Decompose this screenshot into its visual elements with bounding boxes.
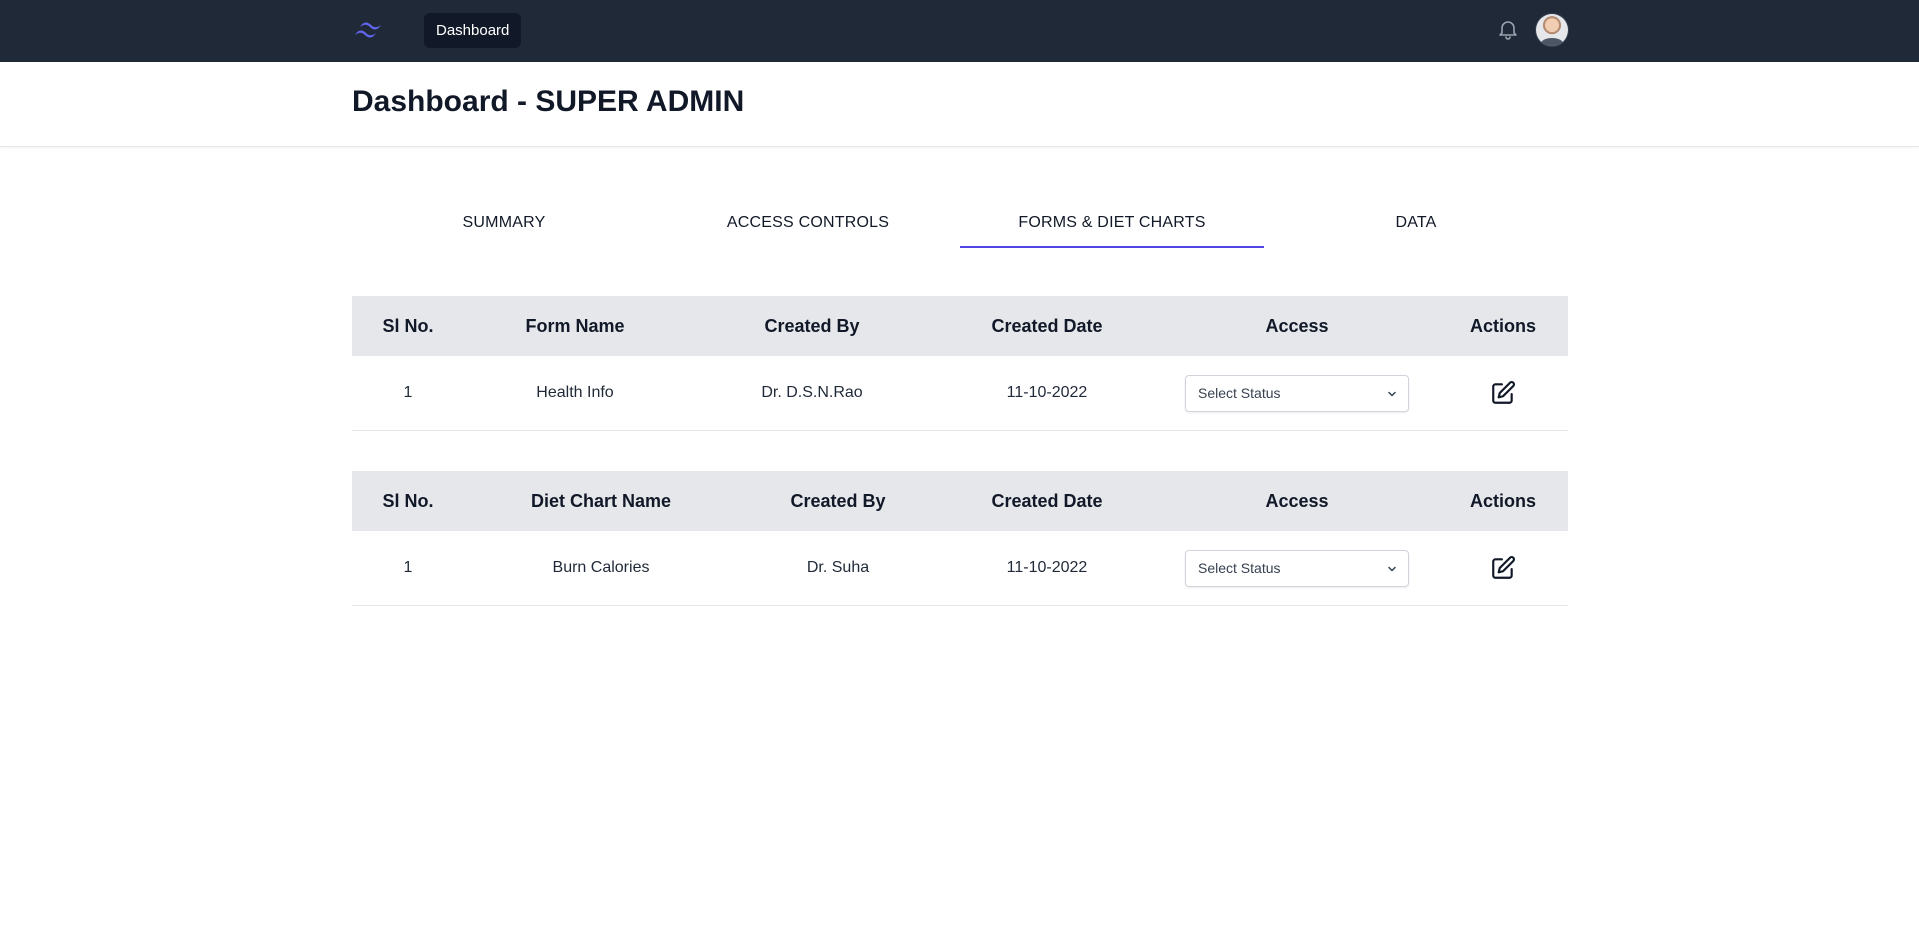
cell-created-by: Dr. Suha [738, 531, 938, 606]
column-header-diet-chart-name: Diet Chart Name [464, 471, 738, 531]
cell-sl-no: 1 [352, 356, 464, 431]
tab-forms-diet-charts[interactable]: FORMS & DIET CHARTS [960, 198, 1264, 248]
tailwind-logo-icon[interactable] [352, 19, 384, 41]
cell-diet-chart-name: Burn Calories [464, 531, 738, 606]
access-status-select[interactable]: Select Status [1185, 549, 1409, 587]
tab-access-controls[interactable]: ACCESS CONTROLS [656, 198, 960, 247]
cell-sl-no: 1 [352, 531, 464, 606]
table-header-row: Sl No. Diet Chart Name Created By Create… [352, 471, 1568, 531]
table-header-row: Sl No. Form Name Created By Created Date… [352, 296, 1568, 356]
page-header: Dashboard - SUPER ADMIN [0, 62, 1919, 147]
select-value: Select Status [1198, 384, 1281, 401]
cell-actions [1438, 531, 1568, 606]
edit-icon[interactable] [1490, 555, 1516, 581]
top-navbar: Dashboard [0, 0, 1919, 62]
forms-table: Sl No. Form Name Created By Created Date… [352, 296, 1568, 431]
column-header-form-name: Form Name [464, 296, 686, 356]
tab-bar: SUMMARY ACCESS CONTROLS FORMS & DIET CHA… [352, 198, 1568, 248]
page-title: Dashboard - SUPER ADMIN [352, 85, 745, 118]
column-header-actions: Actions [1438, 471, 1568, 531]
tab-summary[interactable]: SUMMARY [352, 198, 656, 247]
access-status-select[interactable]: Select Status [1185, 374, 1409, 412]
cell-access: Select Status [1156, 531, 1438, 606]
column-header-created-date: Created Date [938, 471, 1156, 531]
cell-created-date: 11-10-2022 [938, 531, 1156, 606]
chevron-down-icon [1388, 391, 1396, 396]
bell-icon[interactable] [1496, 18, 1520, 42]
column-header-created-by: Created By [738, 471, 938, 531]
column-header-access: Access [1156, 471, 1438, 531]
cell-actions [1438, 356, 1568, 431]
cell-form-name: Health Info [464, 356, 686, 431]
chevron-down-icon [1388, 566, 1396, 571]
cell-created-by: Dr. D.S.N.Rao [686, 356, 938, 431]
column-header-created-by: Created By [686, 296, 938, 356]
table-row: 1 Burn Calories Dr. Suha 11-10-2022 Sele… [352, 531, 1568, 606]
user-avatar[interactable] [1536, 14, 1568, 46]
edit-icon[interactable] [1490, 380, 1516, 406]
cell-created-date: 11-10-2022 [938, 356, 1156, 431]
column-header-sl-no: Sl No. [352, 296, 464, 356]
diet-charts-table: Sl No. Diet Chart Name Created By Create… [352, 471, 1568, 606]
tab-data[interactable]: DATA [1264, 198, 1568, 247]
column-header-actions: Actions [1438, 296, 1568, 356]
table-row: 1 Health Info Dr. D.S.N.Rao 11-10-2022 S… [352, 356, 1568, 431]
cell-access: Select Status [1156, 356, 1438, 431]
nav-dashboard-button[interactable]: Dashboard [424, 13, 522, 48]
column-header-sl-no: Sl No. [352, 471, 464, 531]
column-header-created-date: Created Date [938, 296, 1156, 356]
column-header-access: Access [1156, 296, 1438, 356]
select-value: Select Status [1198, 559, 1281, 576]
